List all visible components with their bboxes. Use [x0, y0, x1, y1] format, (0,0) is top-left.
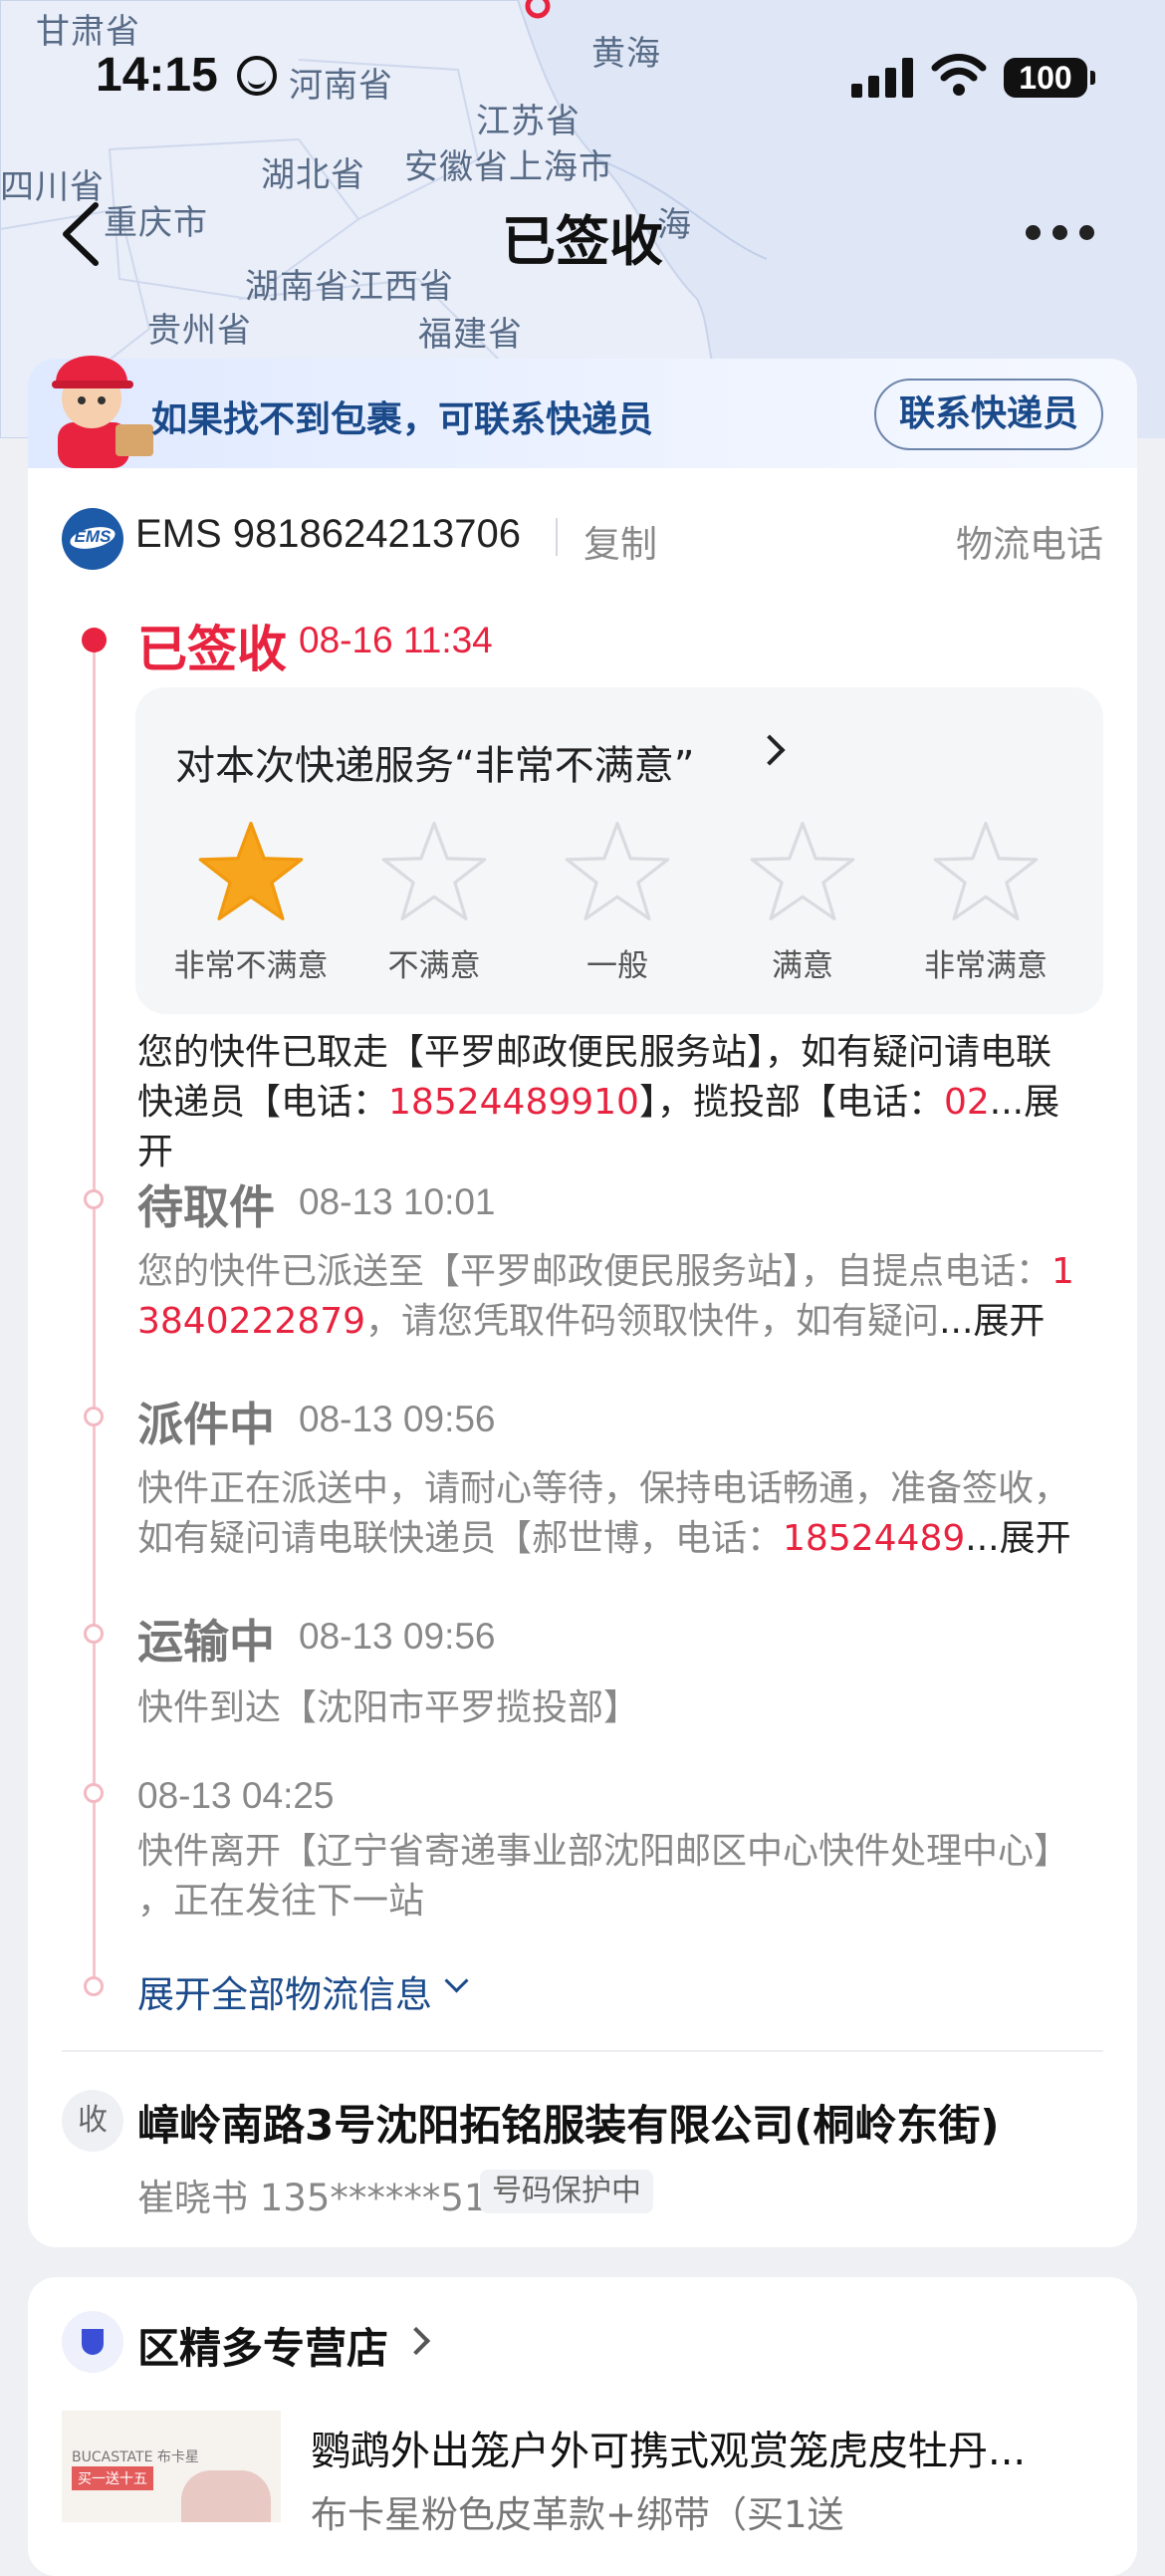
pickup-phone-link[interactable]: 1 — [1051, 1251, 1074, 1292]
desc-text: ，请您凭取件码领取快件，如有疑问 — [365, 1301, 940, 1342]
bag-image — [181, 2470, 271, 2522]
more-options-icon[interactable] — [1026, 221, 1095, 245]
rating-option-label[interactable]: 满意 — [703, 940, 902, 985]
recipient-badge: 收 — [62, 2090, 123, 2152]
product-title[interactable]: 鹦鹉外出笼户外可携式观赏笼虎皮牡丹... — [311, 2419, 1026, 2476]
contact-courier-button[interactable]: 联系快递员 — [874, 379, 1103, 450]
courier-avatar-icon — [52, 356, 153, 468]
banner-text: 如果找不到包裹，可联系快递员 — [151, 399, 654, 440]
divider — [62, 2050, 1103, 2052]
courier-phone-link[interactable]: 18524489910 — [388, 1082, 639, 1123]
thumb-brand: BUCASTATE 布卡星 — [72, 2449, 199, 2465]
current-desc-line1: 您的快件已取走【平罗邮政便民服务站】，如有疑问请电联 — [137, 1032, 1052, 1073]
event-time: 08-13 09:56 — [299, 1399, 496, 1439]
map-label: 黄海 — [591, 34, 661, 74]
event-status: 待取件 — [137, 1180, 275, 1234]
event-desc-line1: 快件离开【辽宁省寄递事业部沈阳邮区中心快件处理中心】 — [137, 1831, 1070, 1872]
battery-indicator: 100 — [1004, 58, 1095, 98]
smiley-icon — [237, 56, 277, 96]
rating-option-label[interactable]: 非常满意 — [886, 940, 1085, 985]
map-label: 河南省 — [289, 66, 393, 106]
star-empty-icon[interactable] — [931, 817, 1041, 926]
event-time: 08-13 10:01 — [299, 1181, 496, 1222]
number-protection-badge: 号码保护中 — [480, 2170, 653, 2213]
map-label: 贵州省 — [147, 311, 252, 351]
map-label: 福建省 — [418, 315, 523, 355]
star-empty-icon[interactable] — [563, 817, 672, 926]
rating-option-label[interactable]: 一般 — [518, 940, 717, 985]
rating-option-label[interactable]: 非常不满意 — [151, 940, 350, 985]
rating-title[interactable]: 对本次快递服务“非常不满意” — [175, 733, 694, 791]
event-status: 运输中 — [137, 1615, 275, 1669]
station-phone-link[interactable]: 02 — [944, 1082, 990, 1123]
ems-logo-text: EMS — [74, 527, 112, 546]
current-desc-line2[interactable]: 快递员【电话：18524489910】，揽投部【电话：02...展开 — [137, 1078, 1093, 1177]
page-title: 已签收 — [502, 210, 663, 273]
timeline-dot-active — [82, 628, 107, 652]
current-status: 已签收 — [137, 621, 287, 678]
ems-logo-icon: EMS — [62, 508, 123, 570]
expand-link[interactable]: ...展开 — [965, 1518, 1070, 1559]
product-spec: 布卡星粉色皮革款+绑带（买1送 — [311, 2493, 844, 2536]
timeline-dot — [84, 1407, 104, 1426]
timeline-dot — [84, 1976, 104, 1996]
event-desc-line2[interactable]: 如有疑问请电联快递员【郝世博，电话：18524489...展开 — [137, 1514, 1093, 1564]
tracking-number: EMS 9818624213706 — [135, 512, 521, 556]
recipient-address: 嶂岭南路3号沈阳拓铭服装有限公司(桐岭东街) — [137, 2101, 1000, 2150]
expand-all-logistics-link[interactable]: 展开全部物流信息 — [137, 1964, 432, 2018]
star-filled-icon[interactable] — [196, 817, 306, 926]
divider — [556, 518, 558, 556]
product-thumbnail[interactable]: BUCASTATE 布卡星 买一送十五 — [62, 2411, 281, 2522]
star-empty-icon[interactable] — [748, 817, 857, 926]
pickup-phone-link[interactable]: 3840222879 — [137, 1301, 365, 1342]
map-label: 安徽省上海市 — [404, 147, 613, 187]
copy-button[interactable]: 复制 — [583, 514, 657, 568]
courier-phone-link[interactable]: 18524489 — [783, 1518, 965, 1559]
desc-text: 快递员【电话： — [137, 1082, 389, 1123]
event-desc-line1: 快件正在派送中，请耐心等待，保持电话畅通，准备签收， — [137, 1468, 1070, 1509]
timeline-dot — [84, 1783, 104, 1803]
star-empty-icon[interactable] — [379, 817, 489, 926]
recipient-name-phone: 崔晓书 135******51 — [137, 2177, 488, 2219]
desc-text: 如有疑问请电联快递员【郝世博，电话： — [137, 1518, 784, 1559]
shop-logo-icon — [62, 2311, 123, 2373]
event-desc-line1: 快件到达【沈阳市平罗揽投部】 — [137, 1687, 640, 1728]
timeline-dot — [84, 1624, 104, 1644]
event-desc-line1: 您的快件已派送至【平罗邮政便民服务站】，自提点电话：1 — [137, 1247, 1093, 1297]
cellular-signal-icon — [851, 58, 913, 98]
current-status-time: 08-16 11:34 — [299, 620, 493, 660]
shop-name[interactable]: 区精多专营店 — [137, 2315, 388, 2376]
thumb-promo: 买一送十五 — [72, 2466, 153, 2490]
wifi-icon — [931, 54, 987, 96]
expand-link[interactable]: ...展开 — [939, 1301, 1045, 1342]
map-label: 湖北省 — [261, 155, 365, 195]
event-time: 08-13 04:25 — [137, 1775, 335, 1816]
logistics-phone-link[interactable]: 物流电话 — [956, 514, 1103, 568]
event-time: 08-13 09:56 — [299, 1616, 496, 1657]
event-desc-line2[interactable]: 3840222879，请您凭取件码领取快件，如有疑问...展开 — [137, 1297, 1093, 1347]
status-time: 14:15 — [96, 49, 218, 102]
event-desc-line2: ，正在发往下一站 — [137, 1881, 425, 1922]
map-label: 江苏省 — [476, 102, 581, 141]
desc-text: 您的快件已派送至【平罗邮政便民服务站】，自提点电话： — [137, 1251, 1052, 1292]
event-status: 派件中 — [137, 1398, 275, 1451]
map-label: 甘肃省 — [36, 12, 140, 52]
desc-text: 】，揽投部【电话： — [638, 1082, 944, 1123]
timeline-dot — [84, 1189, 104, 1209]
rating-option-label[interactable]: 不满意 — [335, 940, 534, 985]
